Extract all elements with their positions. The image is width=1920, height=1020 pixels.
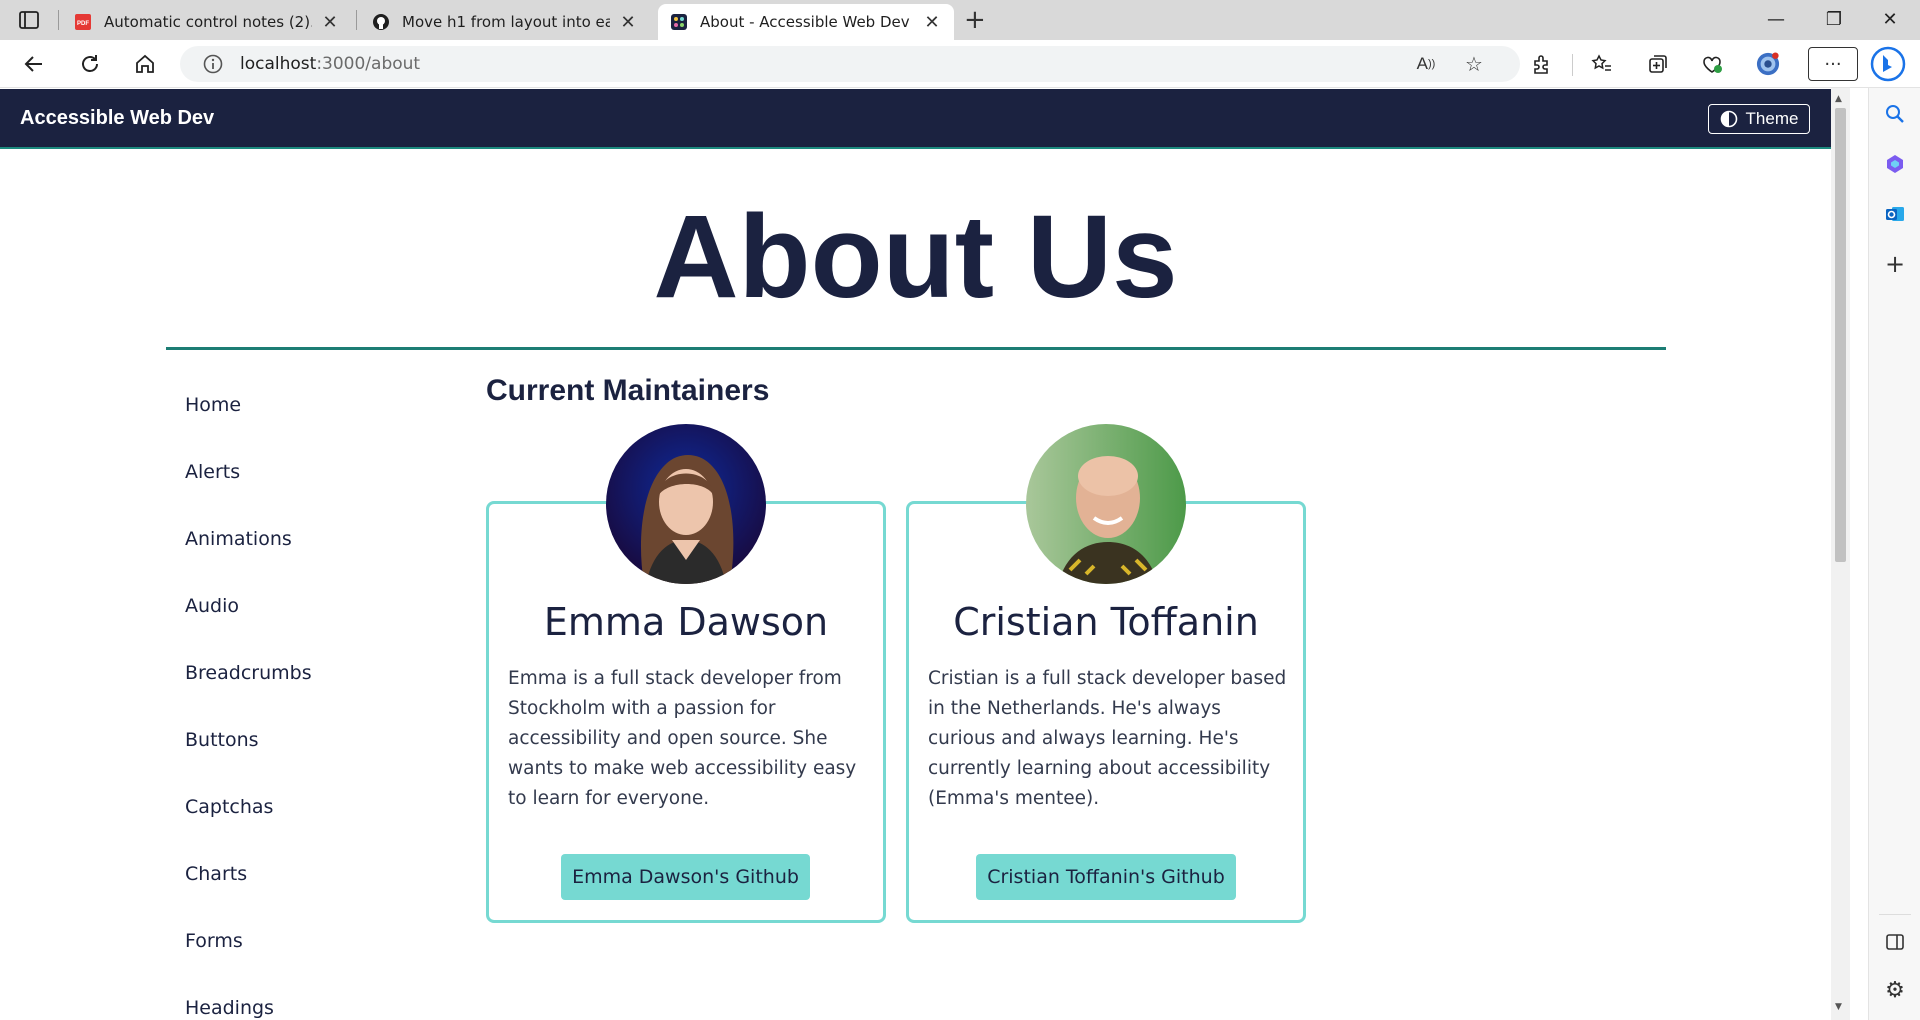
- tab-actions-icon[interactable]: [18, 9, 40, 31]
- nav-item-charts[interactable]: Charts: [185, 863, 247, 885]
- maintainer-name: Emma Dawson: [543, 600, 829, 644]
- url-path: :3000/about: [316, 54, 421, 74]
- avatar: [606, 424, 766, 584]
- pdf-icon: PDF: [74, 13, 92, 31]
- browser-toolbar: localhost:3000/about A)) ☆ ···: [0, 40, 1920, 88]
- github-link-button[interactable]: Cristian Toffanin's Github: [976, 854, 1236, 900]
- scroll-down-arrow-icon[interactable]: ▼: [1835, 1002, 1842, 1012]
- tab-title: About - Accessible Web Dev: [700, 13, 910, 31]
- url-host: localhost: [240, 54, 317, 74]
- read-aloud-icon[interactable]: A)): [1414, 52, 1438, 76]
- nav-item-buttons[interactable]: Buttons: [185, 729, 259, 751]
- close-icon[interactable]: ✕: [922, 12, 942, 33]
- title-divider: [166, 347, 1666, 350]
- nav-item-forms[interactable]: Forms: [185, 930, 243, 952]
- edge-sidebar: + ⚙: [1868, 88, 1920, 1020]
- refresh-icon[interactable]: [78, 52, 102, 76]
- browser-tab-bar: PDF Automatic control notes (2).pdf ✕ Mo…: [0, 0, 1920, 40]
- nav-item-animations[interactable]: Animations: [185, 528, 292, 550]
- scrollbar-thumb[interactable]: [1835, 108, 1846, 562]
- nav-item-audio[interactable]: Audio: [185, 595, 239, 617]
- minimize-button[interactable]: —: [1756, 6, 1796, 34]
- github-link-button[interactable]: Emma Dawson's Github: [561, 854, 810, 900]
- tab-title: Move h1 from layout into each p: [402, 13, 610, 31]
- maintainer-bio: Cristian is a full stack developer based…: [928, 668, 1287, 809]
- favorite-star-icon[interactable]: ☆: [1462, 52, 1486, 76]
- tab-separator: [58, 10, 59, 30]
- avatar: [1026, 424, 1186, 584]
- profile-avatar-icon[interactable]: [1756, 52, 1780, 76]
- nav-item-headings[interactable]: Headings: [185, 997, 274, 1019]
- contrast-icon: [1720, 110, 1737, 128]
- sidebar-settings-gear-icon[interactable]: ⚙: [1883, 978, 1907, 1003]
- nav-item-captchas[interactable]: Captchas: [185, 796, 273, 818]
- tab-pdf[interactable]: PDF Automatic control notes (2).pdf ✕: [62, 4, 352, 40]
- restore-button[interactable]: ❐: [1814, 6, 1854, 34]
- nav-item-breadcrumbs[interactable]: Breadcrumbs: [185, 662, 312, 684]
- bing-copilot-icon[interactable]: [1870, 46, 1906, 82]
- close-icon[interactable]: ✕: [320, 12, 340, 33]
- new-tab-button[interactable]: +: [964, 6, 986, 34]
- add-sidebar-app-icon[interactable]: +: [1883, 250, 1907, 278]
- browser-essentials-icon[interactable]: [1700, 52, 1724, 76]
- address-bar[interactable]: localhost:3000/about: [180, 46, 1520, 82]
- nav-item-alerts[interactable]: Alerts: [185, 461, 240, 483]
- tab-separator: [356, 10, 357, 30]
- hide-sidebar-icon[interactable]: [1883, 930, 1907, 954]
- maintainer-name: Cristian Toffanin: [953, 600, 1259, 644]
- sidebar-divider: [1879, 914, 1911, 915]
- search-icon[interactable]: [1883, 102, 1907, 126]
- extensions-icon[interactable]: [1530, 52, 1554, 76]
- favorites-icon[interactable]: [1590, 52, 1614, 76]
- copilot-designer-icon[interactable]: [1883, 152, 1907, 176]
- site-brand-link[interactable]: Accessible Web Dev: [20, 107, 214, 130]
- site-header: Accessible Web Dev Theme: [0, 89, 1831, 149]
- theme-toggle-button[interactable]: Theme: [1708, 104, 1810, 134]
- svg-text:PDF: PDF: [77, 21, 89, 27]
- collections-icon[interactable]: [1646, 52, 1670, 76]
- github-icon: [372, 13, 390, 31]
- tab-title: Automatic control notes (2).pdf: [104, 13, 312, 31]
- site-favicon-icon: [670, 13, 688, 31]
- page-title: About Us: [653, 191, 1178, 323]
- close-icon[interactable]: ✕: [618, 12, 638, 33]
- home-icon[interactable]: [133, 52, 157, 76]
- tab-about[interactable]: About - Accessible Web Dev ✕: [658, 4, 954, 40]
- outlook-icon[interactable]: [1883, 202, 1907, 226]
- toolbar-divider: [1572, 54, 1573, 76]
- settings-more-button[interactable]: ···: [1808, 47, 1858, 81]
- maintainer-bio: Emma is a full stack developer from Stoc…: [508, 668, 857, 809]
- back-icon[interactable]: [22, 52, 46, 76]
- nav-item-home[interactable]: Home: [185, 394, 241, 416]
- tab-github[interactable]: Move h1 from layout into each p ✕: [360, 4, 650, 40]
- theme-button-label: Theme: [1745, 109, 1799, 128]
- close-window-button[interactable]: ✕: [1870, 6, 1910, 34]
- scroll-up-arrow-icon[interactable]: ▲: [1835, 94, 1842, 104]
- section-title: Current Maintainers: [486, 374, 770, 407]
- site-info-icon[interactable]: [202, 53, 224, 75]
